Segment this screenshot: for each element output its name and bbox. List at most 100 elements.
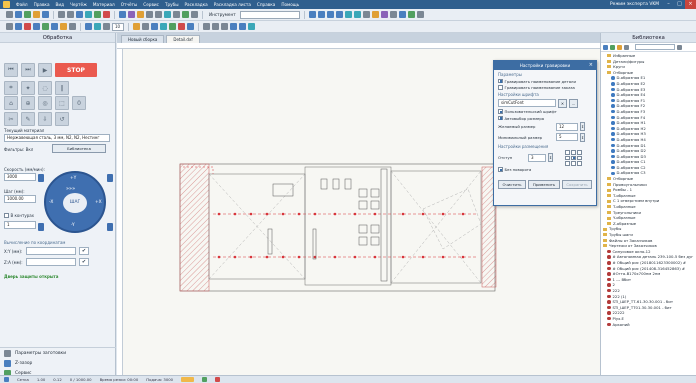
font-clear-icon[interactable]: ✕ bbox=[558, 98, 567, 108]
zoom-out-icon[interactable] bbox=[212, 23, 219, 30]
menu-item-file[interactable]: Файл bbox=[16, 2, 28, 7]
apply-button[interactable]: Применить bbox=[528, 180, 560, 189]
tool-combo[interactable] bbox=[239, 10, 300, 19]
tab-detail[interactable]: Detail.dxf bbox=[166, 35, 200, 43]
anchor-grid[interactable] bbox=[565, 150, 582, 166]
settings-icon[interactable] bbox=[248, 23, 255, 30]
engrave-order-name-checkbox[interactable] bbox=[498, 85, 503, 90]
menu-item-service[interactable]: Сервис bbox=[143, 2, 159, 7]
origin-button[interactable]: ⊕ bbox=[21, 96, 35, 110]
library-search-icon[interactable] bbox=[677, 44, 682, 50]
jog-corner-ur-button[interactable] bbox=[107, 174, 113, 182]
jog-up-button[interactable]: +Y bbox=[70, 176, 76, 181]
material-select[interactable]: Нержавеющая сталь, 3 мм, N2, N2, Нестинг bbox=[4, 134, 110, 142]
menu-item-nesting[interactable]: Раскладка bbox=[185, 2, 208, 7]
redo-icon[interactable] bbox=[67, 11, 74, 18]
library-button[interactable]: Библиотека bbox=[52, 144, 106, 153]
compensation-icon[interactable] bbox=[42, 23, 49, 30]
text-engrave-icon[interactable] bbox=[151, 23, 158, 30]
font-browse-icon[interactable]: … bbox=[569, 98, 578, 108]
frame-button[interactable]: ⌗ bbox=[4, 81, 18, 95]
jog-step-button[interactable]: ШАГ bbox=[63, 193, 87, 213]
undo-icon[interactable] bbox=[58, 11, 65, 18]
mark-icon[interactable] bbox=[142, 23, 149, 30]
zoom-in-icon[interactable] bbox=[203, 23, 210, 30]
text-icon[interactable] bbox=[128, 11, 135, 18]
cut-mode-button[interactable]: ✂ bbox=[4, 112, 18, 126]
jog-corner-dr-button[interactable] bbox=[107, 223, 113, 231]
min-size-field[interactable]: 5 bbox=[556, 133, 578, 141]
bridge-icon[interactable] bbox=[60, 23, 67, 30]
cut-icon[interactable] bbox=[76, 11, 83, 18]
save-icon[interactable] bbox=[24, 11, 31, 18]
tab-new-assembly[interactable]: Новый сборка bbox=[121, 35, 165, 43]
zoom-field[interactable]: 10 bbox=[112, 22, 124, 31]
no-rotation-checkbox[interactable] bbox=[498, 167, 503, 172]
font-select[interactable]: simCutFont bbox=[498, 99, 556, 107]
rewind-button[interactable]: ⏮ bbox=[4, 63, 18, 77]
menu-item-reports[interactable]: Отчёты bbox=[121, 2, 138, 7]
engrave-part-name-checkbox[interactable] bbox=[498, 78, 503, 84]
scale-icon[interactable] bbox=[103, 23, 110, 30]
library-folder-icon[interactable] bbox=[617, 44, 622, 50]
start-point-icon[interactable] bbox=[24, 23, 31, 30]
node-edit-icon[interactable] bbox=[15, 23, 22, 30]
auto-size-checkbox[interactable] bbox=[498, 115, 503, 121]
library-search-input[interactable] bbox=[635, 44, 675, 50]
line-icon[interactable] bbox=[146, 11, 153, 18]
minimize-button[interactable]: – bbox=[663, 0, 674, 9]
dialog-close-icon[interactable]: × bbox=[589, 61, 593, 70]
select-icon[interactable] bbox=[119, 11, 126, 18]
z-gap-item[interactable]: Z-зазор bbox=[15, 361, 32, 366]
in-contour-checkbox[interactable] bbox=[4, 213, 9, 218]
sort-icon[interactable] bbox=[85, 23, 92, 30]
close-window-button[interactable]: × bbox=[685, 0, 696, 9]
import-icon[interactable] bbox=[33, 11, 40, 18]
microjoint-icon[interactable] bbox=[51, 23, 58, 30]
jog-left-button[interactable]: -X bbox=[49, 200, 53, 205]
star-icon[interactable] bbox=[191, 11, 198, 18]
engrave-icon[interactable] bbox=[133, 23, 140, 30]
grid-icon[interactable] bbox=[389, 11, 397, 18]
pause-button[interactable]: ‖ bbox=[55, 81, 69, 95]
step-field[interactable]: 1000.00 bbox=[4, 195, 36, 203]
layout-icon[interactable] bbox=[407, 11, 415, 18]
lead-in-icon[interactable] bbox=[33, 23, 40, 30]
measure-icon[interactable] bbox=[137, 11, 144, 18]
return-button[interactable]: ↺ bbox=[55, 112, 69, 126]
array-icon[interactable] bbox=[371, 11, 379, 18]
group-icon[interactable] bbox=[362, 11, 370, 18]
trace-button[interactable]: ⬚ bbox=[55, 96, 69, 110]
rect-icon[interactable] bbox=[173, 11, 180, 18]
stop-button[interactable]: STOP bbox=[55, 63, 97, 77]
export-icon[interactable] bbox=[239, 23, 246, 30]
menu-item-view[interactable]: Вид bbox=[56, 2, 65, 7]
dimension-icon[interactable] bbox=[160, 23, 167, 30]
nesting-icon[interactable] bbox=[380, 11, 388, 18]
speed-field[interactable]: 3000 bbox=[4, 173, 36, 181]
maximize-button[interactable]: □ bbox=[674, 0, 685, 9]
jog-wheel[interactable]: +Y -Y -X +X »»» ШАГ bbox=[44, 171, 106, 233]
align-bottom-icon[interactable] bbox=[335, 11, 343, 18]
print-icon[interactable] bbox=[42, 11, 49, 18]
menu-item-reference[interactable]: Справка bbox=[257, 2, 275, 7]
library-tree-item[interactable]: Арконий bbox=[603, 322, 694, 328]
align-top-icon[interactable] bbox=[326, 11, 334, 18]
delete-icon[interactable] bbox=[103, 11, 110, 18]
refresh-icon[interactable] bbox=[230, 23, 237, 30]
open-icon[interactable] bbox=[6, 11, 13, 18]
menu-item-tubes[interactable]: Трубы bbox=[165, 2, 179, 7]
library-add-icon[interactable] bbox=[603, 44, 608, 50]
cooling-icon[interactable] bbox=[69, 23, 76, 30]
offset-field[interactable]: 3 bbox=[528, 153, 546, 162]
pointer-icon[interactable] bbox=[6, 23, 13, 30]
library-settings-icon[interactable] bbox=[624, 44, 629, 50]
mirror-icon[interactable] bbox=[344, 11, 352, 18]
sheet-icon[interactable] bbox=[398, 11, 406, 18]
copy-icon[interactable] bbox=[85, 11, 92, 18]
menu-item-material[interactable]: Материал bbox=[93, 2, 115, 7]
coord-x-apply-icon[interactable]: ✔ bbox=[79, 247, 89, 255]
jog-right-button[interactable]: +X bbox=[95, 200, 102, 205]
pierce-button[interactable]: ⇩ bbox=[38, 112, 52, 126]
path-icon[interactable] bbox=[94, 23, 101, 30]
